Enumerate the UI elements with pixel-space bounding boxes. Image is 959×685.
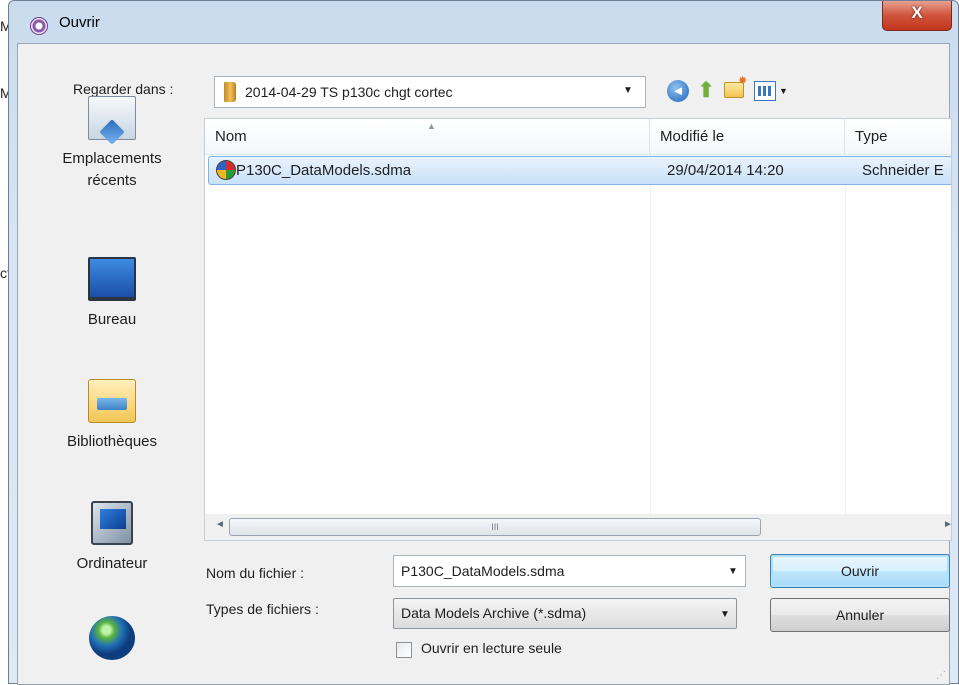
- dialog-client-area: Regarder dans : 2014-04-29 TS p130c chgt…: [17, 43, 953, 685]
- title-bar[interactable]: Ouvrir X: [9, 1, 958, 43]
- look-in-combobox[interactable]: 2014-04-29 TS p130c chgt cortec ▼: [214, 76, 646, 108]
- libraries-icon: [88, 379, 136, 423]
- resize-grip-icon[interactable]: ⋰: [936, 670, 946, 681]
- file-modified-cell: 29/04/2014 14:20: [667, 162, 784, 179]
- file-type-cell: Schneider E: [862, 162, 944, 179]
- back-icon[interactable]: ◄: [667, 80, 689, 102]
- file-name-cell: P130C_DataModels.sdma: [236, 162, 412, 179]
- place-libraries[interactable]: Bibliothèques: [42, 379, 182, 453]
- horizontal-scrollbar[interactable]: ◄ III ►: [204, 514, 953, 541]
- place-recent-places[interactable]: Emplacements récents: [42, 96, 182, 192]
- scroll-grip-icon: III: [491, 522, 499, 532]
- folder-icon: [224, 82, 236, 102]
- column-header-label: Nom: [215, 128, 247, 145]
- readonly-label[interactable]: Ouvrir en lecture seule: [421, 640, 562, 656]
- filename-label: Nom du fichier :: [206, 565, 305, 581]
- open-dialog: Ouvrir X Regarder dans : 2014-04-29 TS p…: [8, 0, 959, 685]
- scroll-left-icon[interactable]: ◄: [215, 519, 225, 530]
- filetype-value: Data Models Archive (*.sdma): [401, 605, 587, 621]
- file-row-selected[interactable]: P130C_DataModels.sdma 29/04/2014 14:20 S…: [208, 156, 951, 185]
- close-icon: X: [911, 3, 923, 22]
- scroll-right-icon[interactable]: ►: [943, 519, 953, 530]
- filetype-select[interactable]: Data Models Archive (*.sdma) ▼: [393, 598, 737, 629]
- column-header-label: Modifié le: [660, 128, 725, 145]
- column-divider: [650, 155, 651, 514]
- place-label: Ordinateur: [76, 555, 148, 572]
- desktop-icon: [88, 257, 136, 301]
- computer-icon: [91, 501, 133, 545]
- up-folder-icon[interactable]: ⬆: [695, 80, 717, 102]
- place-network[interactable]: [42, 616, 182, 668]
- place-label: Emplacements récents: [62, 150, 162, 189]
- sparkle-icon: ✸: [738, 75, 748, 87]
- views-menu-icon[interactable]: [754, 81, 776, 101]
- chevron-down-icon[interactable]: ▼: [623, 85, 633, 96]
- sort-ascending-icon: ▲: [427, 121, 436, 131]
- views-dropdown-arrow-icon[interactable]: ▼: [779, 86, 788, 96]
- file-list[interactable]: Nom ▲ Modifié le Type P130C_DataModels.s…: [204, 118, 952, 515]
- filename-combobox[interactable]: P130C_DataModels.sdma ▼: [393, 555, 746, 587]
- column-header-type[interactable]: Type: [845, 119, 951, 155]
- recent-places-icon: [88, 96, 136, 140]
- place-label: Bibliothèques: [66, 433, 158, 450]
- sdma-file-icon: [216, 160, 236, 180]
- place-desktop[interactable]: Bureau: [42, 257, 182, 331]
- window-title: Ouvrir: [59, 14, 100, 31]
- column-header-name[interactable]: Nom ▲: [205, 119, 650, 155]
- filename-value: P130C_DataModels.sdma: [401, 563, 565, 579]
- chevron-down-icon[interactable]: ▼: [720, 609, 730, 620]
- column-header-modified[interactable]: Modifié le: [650, 119, 845, 155]
- dialog-app-icon: [30, 17, 48, 35]
- look-in-value: 2014-04-29 TS p130c chgt cortec: [245, 84, 453, 100]
- network-icon: [89, 616, 135, 660]
- close-button[interactable]: X: [882, 1, 952, 31]
- open-button[interactable]: Ouvrir: [770, 554, 950, 588]
- place-label: Bureau: [87, 311, 137, 328]
- chevron-down-icon[interactable]: ▼: [728, 566, 738, 577]
- scrollbar-thumb[interactable]: III: [229, 518, 761, 536]
- filetype-label: Types de fichiers :: [206, 601, 319, 617]
- column-header-label: Type: [855, 128, 888, 145]
- readonly-checkbox[interactable]: [396, 642, 412, 658]
- place-computer[interactable]: Ordinateur: [42, 501, 182, 575]
- column-divider: [845, 155, 846, 514]
- cancel-button[interactable]: Annuler: [770, 598, 950, 632]
- look-in-label: Regarder dans :: [73, 81, 174, 97]
- new-folder-icon[interactable]: ✸: [724, 75, 747, 98]
